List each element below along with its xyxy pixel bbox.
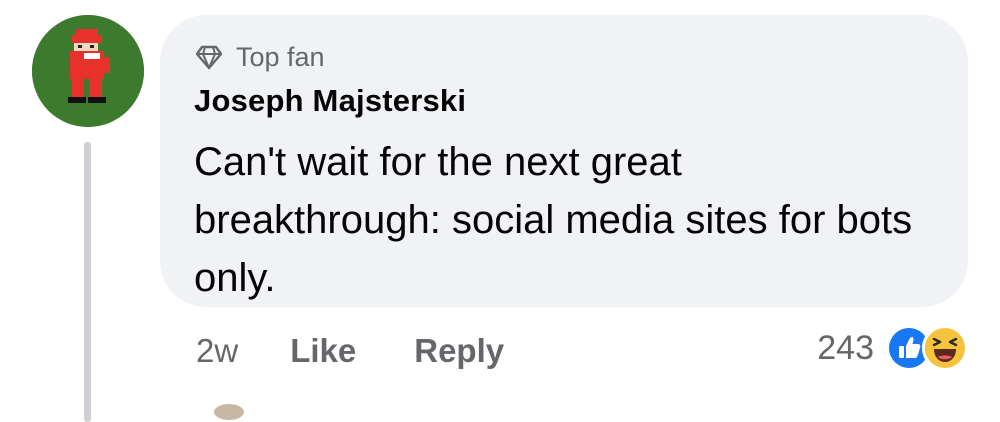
reply-button[interactable]: Reply — [414, 332, 504, 370]
avatar[interactable] — [32, 15, 144, 127]
diamond-icon — [194, 42, 224, 72]
like-button[interactable]: Like — [290, 332, 356, 370]
haha-reaction-icon — [922, 325, 968, 371]
comment-author[interactable]: Joseph Majsterski — [194, 83, 466, 119]
reactions-summary[interactable]: 243 — [817, 325, 968, 371]
comment-timestamp[interactable]: 2w — [196, 332, 238, 370]
next-reply-avatar[interactable] — [214, 404, 244, 420]
reply-thread-line — [84, 142, 91, 422]
badge-label: Top fan — [236, 41, 325, 72]
top-fan-badge[interactable]: Top fan — [194, 39, 325, 75]
comment-text: Can't wait for the next great breakthrou… — [194, 140, 913, 300]
reaction-count: 243 — [817, 328, 874, 367]
comment-bubble: Top fan Joseph Majsterski Can't wait for… — [160, 15, 968, 307]
comment-actions: 2w Like Reply — [196, 332, 504, 370]
